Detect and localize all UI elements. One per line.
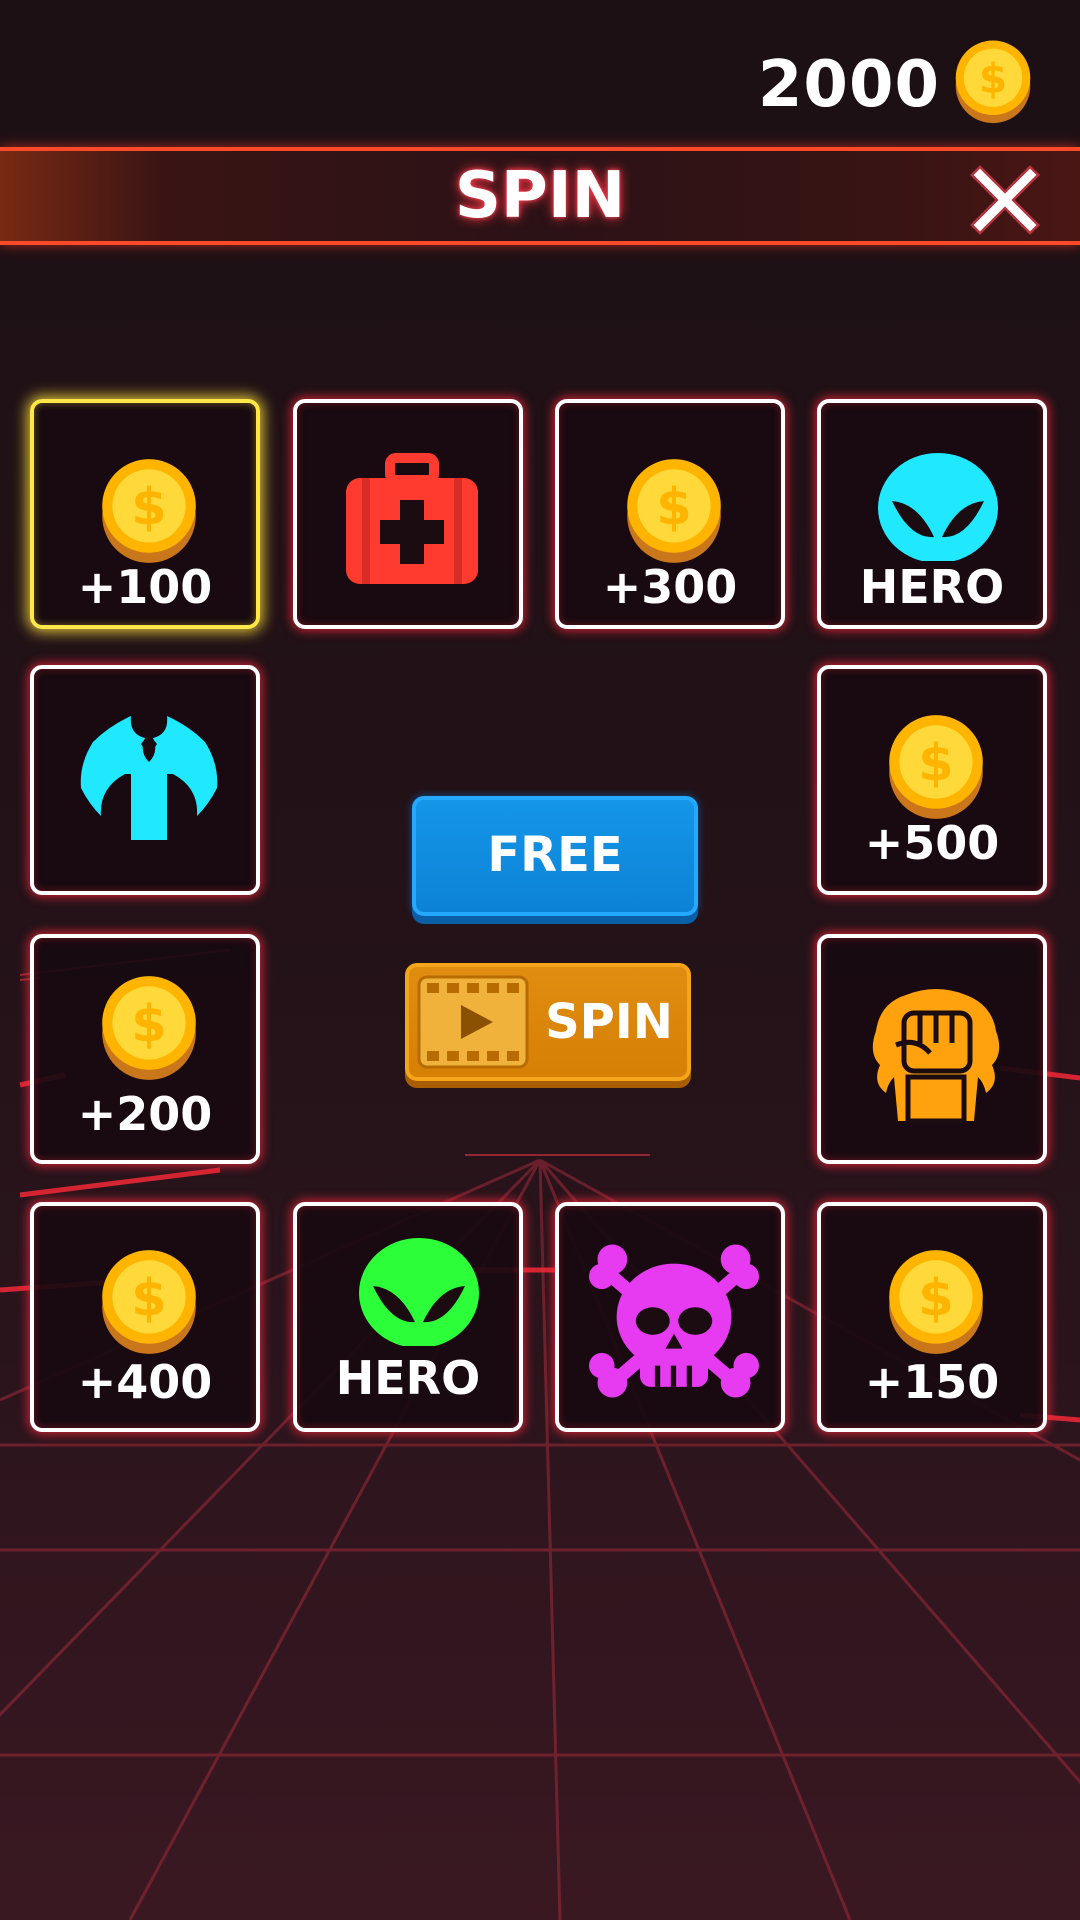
skull-crossbones-icon	[589, 1244, 759, 1398]
reward-tile-coin-300[interactable]: $ +300	[555, 399, 785, 629]
reward-tile-coin-150[interactable]: $ +150	[817, 1202, 1047, 1432]
reward-tile-coin-400[interactable]: $ +400	[30, 1202, 260, 1432]
video-spin-label: SPIN	[545, 994, 673, 1050]
svg-text:$: $	[918, 733, 953, 792]
reward-tile-coin-200[interactable]: $ +200	[30, 934, 260, 1164]
coin-icon: $	[955, 40, 1031, 124]
header-bar: SPIN	[0, 147, 1080, 245]
svg-text:$: $	[131, 1268, 166, 1327]
coin-icon: $	[102, 976, 196, 1080]
svg-text:$: $	[131, 477, 166, 536]
reward-label: HERO	[335, 1351, 481, 1405]
first-aid-kit-icon	[346, 453, 478, 584]
page-title: SPIN	[454, 159, 626, 233]
reward-tile-hero-green[interactable]: HERO	[293, 1202, 523, 1432]
reward-tile-coin-500[interactable]: $ +500	[817, 665, 1047, 895]
reward-label: +300	[602, 560, 738, 614]
reward-tile-medkit[interactable]	[293, 399, 523, 629]
svg-text:$: $	[656, 477, 691, 536]
watch-video-spin-button[interactable]: SPIN	[405, 963, 691, 1081]
coin-icon: $	[889, 1250, 983, 1354]
coin-icon: $	[889, 715, 983, 819]
svg-text:$: $	[131, 994, 166, 1053]
video-play-icon	[417, 975, 529, 1069]
reward-label: +200	[77, 1087, 213, 1141]
svg-text:$: $	[918, 1268, 953, 1327]
close-icon[interactable]	[970, 165, 1040, 235]
reward-label: +400	[77, 1355, 213, 1409]
reward-label: +500	[864, 816, 1000, 870]
raised-fist-icon	[872, 989, 1000, 1124]
coin-icon: $	[102, 1250, 196, 1354]
hero-mask-icon	[359, 1238, 479, 1346]
reward-label: HERO	[859, 560, 1005, 614]
coin-icon: $	[102, 459, 196, 563]
reward-tile-axe[interactable]	[30, 665, 260, 895]
free-spin-button[interactable]: FREE	[412, 796, 698, 916]
reward-tile-fist[interactable]	[817, 934, 1047, 1164]
battle-axe-icon	[80, 716, 218, 840]
reward-label: +150	[864, 1355, 1000, 1409]
reward-tile-skull[interactable]	[555, 1202, 785, 1432]
svg-text:$: $	[979, 54, 1007, 102]
hero-mask-icon	[878, 453, 998, 561]
coin-balance: 2000	[757, 48, 940, 122]
coin-icon: $	[627, 459, 721, 563]
reward-label: +100	[77, 560, 213, 614]
reward-tile-hero-cyan[interactable]: HERO	[817, 399, 1047, 629]
reward-tile-coin-100[interactable]: $ +100	[30, 399, 260, 629]
